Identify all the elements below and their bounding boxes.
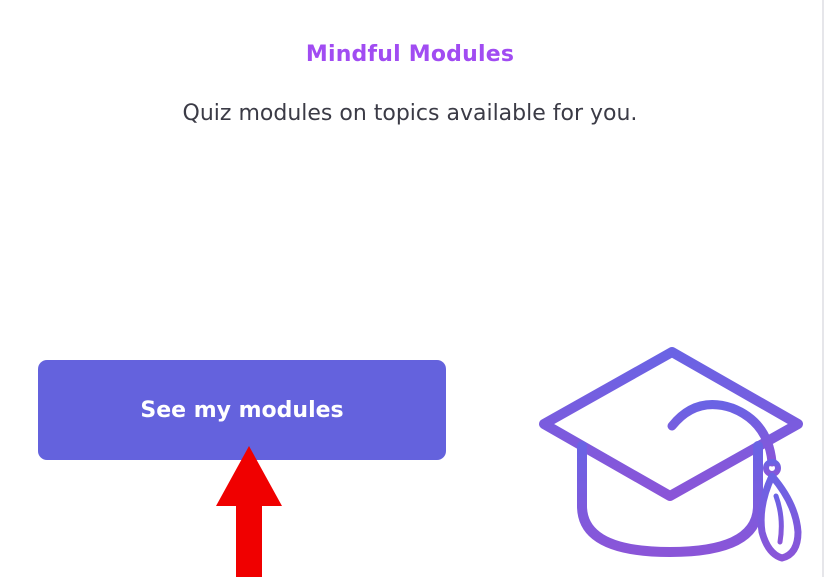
- card-title: Mindful Modules: [305, 42, 515, 67]
- see-my-modules-button[interactable]: See my modules: [38, 360, 446, 460]
- card-subtitle: Quiz modules on topics available for you…: [182, 101, 638, 126]
- red-up-arrow: [216, 446, 282, 577]
- module-card: Mindful Modules Quiz modules on topics a…: [0, 0, 824, 577]
- graduation-cap-icon: [539, 347, 803, 562]
